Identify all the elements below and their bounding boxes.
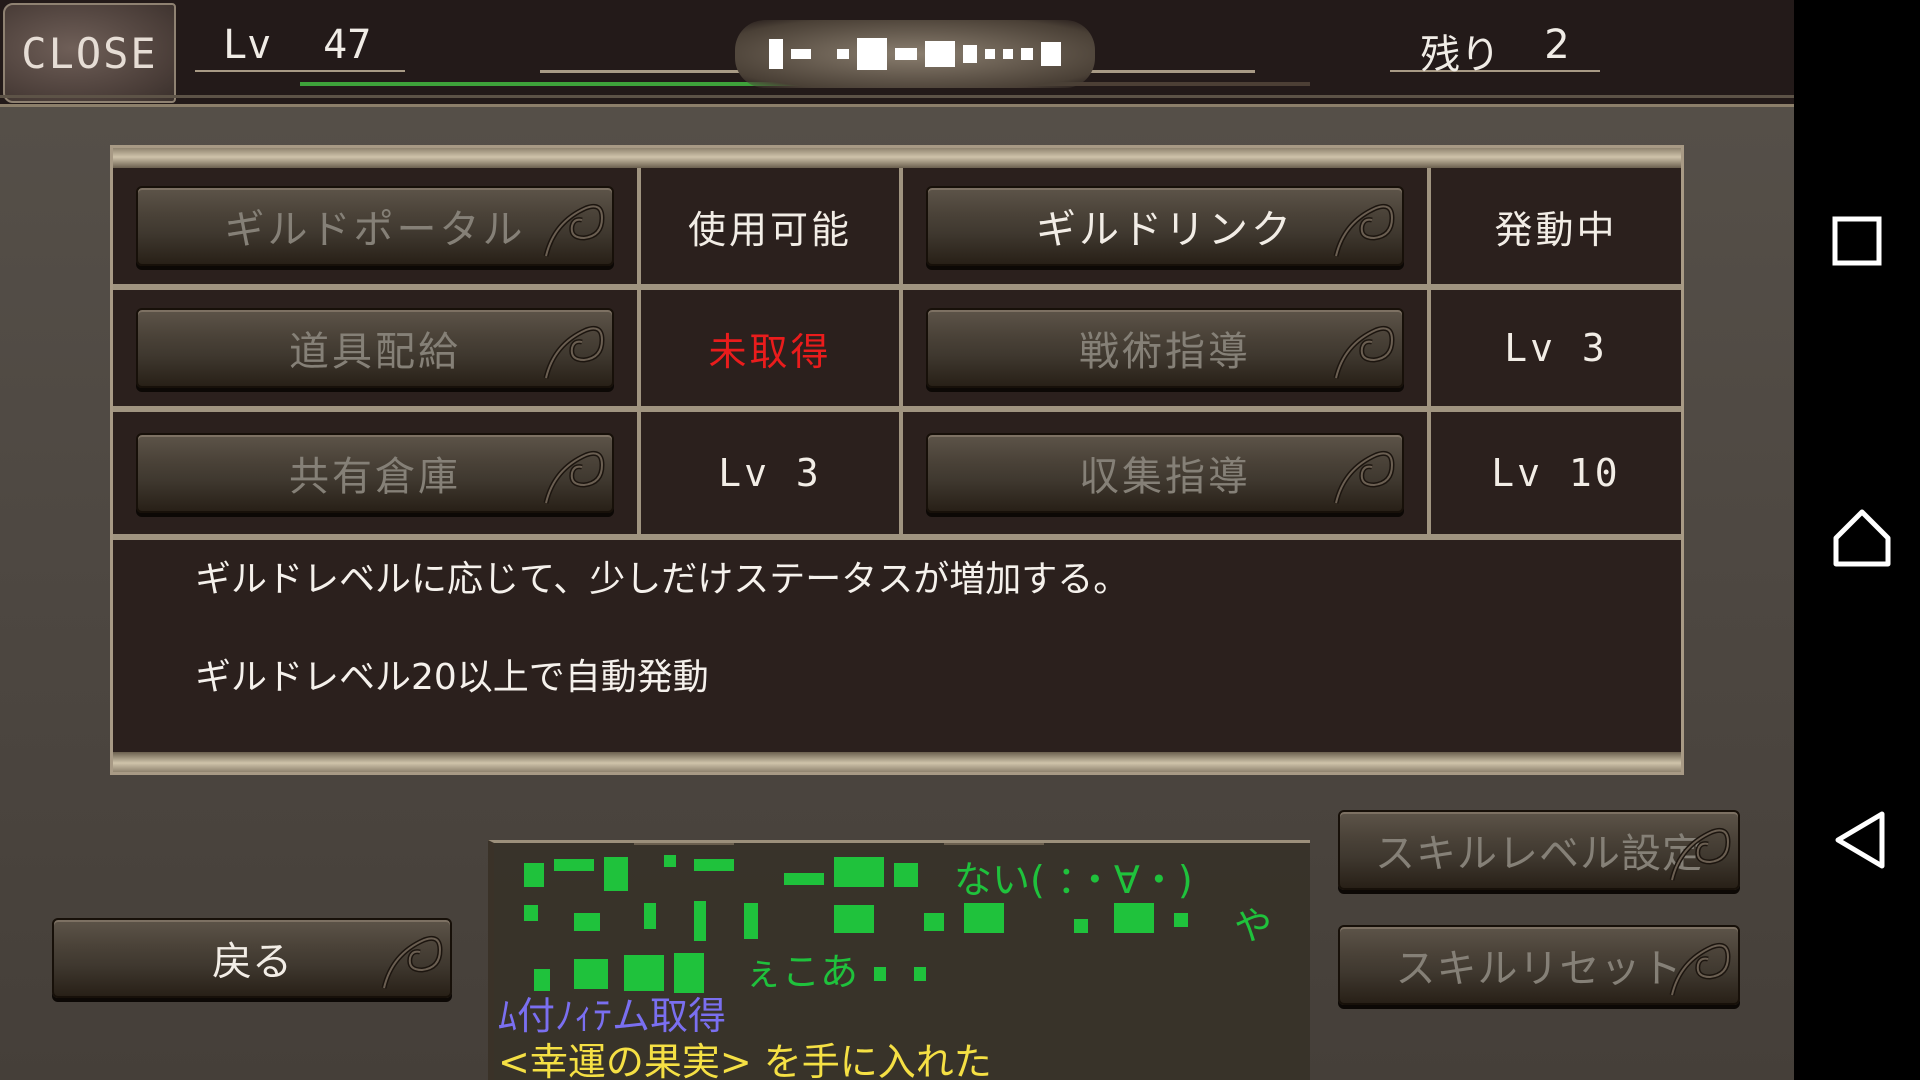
skill-status: 使用可能: [687, 207, 852, 252]
chat-line-item-obtained: <幸運の果実> を手に入れた: [498, 1040, 992, 1080]
remaining-value: 2: [1544, 22, 1570, 68]
pixelated-guild-name: [769, 38, 1061, 70]
home-icon[interactable]: [1832, 508, 1892, 568]
skill-reset-button[interactable]: スキルリセット: [1338, 925, 1740, 1005]
skill-button-gathering-training[interactable]: 収集指導: [926, 433, 1404, 513]
top-bar: CLOSE Lv 47 残り 2: [0, 0, 1794, 107]
skill-button-guild-portal[interactable]: ギルドポータル: [136, 186, 614, 266]
skill-status: Lv 10: [1491, 451, 1621, 495]
skill-button-guild-link[interactable]: ギルドリンク: [926, 186, 1404, 266]
swirl-ornament-icon: [543, 203, 605, 257]
player-level: Lv 47: [195, 22, 405, 72]
recent-apps-square-icon[interactable]: [1832, 216, 1882, 266]
skill-status: 発動中: [1494, 207, 1618, 252]
swirl-ornament-icon: [543, 450, 605, 504]
guild-name-plate: [735, 20, 1095, 88]
android-navigation-bar: [1794, 0, 1920, 1080]
game-screen: CLOSE Lv 47 残り 2 ギルドポータル 使用可能 ギルドリンク 発動中…: [0, 0, 1794, 1080]
experience-bar-fill: [300, 82, 826, 86]
skill-cell: ギルドポータル: [113, 168, 641, 284]
skill-cell: 道具配給: [113, 290, 641, 406]
skill-row-2: 道具配給 未取得 戦術指導 Lv 3: [113, 290, 1681, 412]
swirl-ornament-icon: [1333, 203, 1395, 257]
skill-label: ギルドリンク: [1036, 207, 1294, 253]
status-cell: 未取得: [641, 290, 903, 406]
skill-reset-label: スキルリセット: [1395, 946, 1683, 992]
skill-status: Lv 3: [1504, 326, 1608, 370]
status-cell: 発動中: [1431, 168, 1681, 284]
chat-line-1: ない( ：・∀・): [954, 858, 1193, 902]
description-line: ギルドレベル20以上で自動発動: [195, 656, 709, 698]
status-cell: Lv 3: [641, 412, 903, 534]
skill-button-shared-storage[interactable]: 共有倉庫: [136, 433, 614, 513]
skill-status: Lv 3: [718, 451, 822, 495]
skill-cell: 共有倉庫: [113, 412, 641, 534]
back-button-label: 戻る: [212, 939, 292, 985]
chat-tab[interactable]: [944, 843, 1044, 845]
swirl-ornament-icon: [381, 935, 443, 989]
close-button[interactable]: CLOSE: [3, 3, 176, 103]
chat-tab[interactable]: [634, 843, 734, 845]
skill-label: 道具配給: [289, 329, 461, 375]
skill-level-settings-button[interactable]: スキルレベル設定: [1338, 810, 1740, 890]
skill-button-tactics-training[interactable]: 戦術指導: [926, 308, 1404, 388]
guild-skill-panel: ギルドポータル 使用可能 ギルドリンク 発動中 道具配給 未取得 戦術指導 Lv…: [110, 145, 1684, 775]
swirl-ornament-icon: [1669, 827, 1731, 881]
skill-cell: ギルドリンク: [903, 168, 1431, 284]
swirl-ornament-icon: [1333, 325, 1395, 379]
skill-label: 戦術指導: [1079, 329, 1251, 375]
skill-cell: 戦術指導: [903, 290, 1431, 406]
status-cell: Lv 3: [1431, 290, 1681, 406]
remaining-label: 残り: [1420, 32, 1501, 78]
skill-label: 共有倉庫: [289, 454, 461, 500]
level-label: Lv: [223, 22, 272, 68]
skill-button-item-supply[interactable]: 道具配給: [136, 308, 614, 388]
panel-bottom-frame: [113, 752, 1681, 772]
swirl-ornament-icon: [1333, 450, 1395, 504]
skill-label: 収集指導: [1079, 454, 1251, 500]
chat-line-2: や: [1234, 904, 1273, 948]
skill-row-1: ギルドポータル 使用可能 ギルドリンク 発動中: [113, 168, 1681, 290]
skill-label: ギルドポータル: [224, 207, 526, 253]
level-value: 47: [323, 22, 372, 68]
chat-log: ない( ：・∀・) や ぇこあ ﾑ付ﾉｨﾃム取得 <幸運の果実> を手に入れた: [488, 840, 1310, 1080]
swirl-ornament-icon: [543, 325, 605, 379]
description-line: ギルドレベルに応じて、少しだけステータスが増加する。: [195, 559, 1130, 600]
skill-description: ギルドレベルに応じて、少しだけステータスが増加する。 ギルドレベル20以上で自動…: [113, 540, 1681, 752]
skill-status-unacquired: 未取得: [708, 329, 832, 374]
skill-level-settings-label: スキルレベル設定: [1375, 831, 1703, 877]
chat-line-3: ぇこあ: [744, 950, 859, 994]
status-cell: Lv 10: [1431, 412, 1681, 534]
status-cell: 使用可能: [641, 168, 903, 284]
back-triangle-icon[interactable]: [1832, 810, 1886, 870]
skill-row-3: 共有倉庫 Lv 3 収集指導 Lv 10: [113, 412, 1681, 540]
remaining-count: 残り 2: [1390, 22, 1600, 78]
back-button[interactable]: 戻る: [52, 918, 452, 998]
swirl-ornament-icon: [1669, 942, 1731, 996]
skill-cell: 収集指導: [903, 412, 1431, 534]
